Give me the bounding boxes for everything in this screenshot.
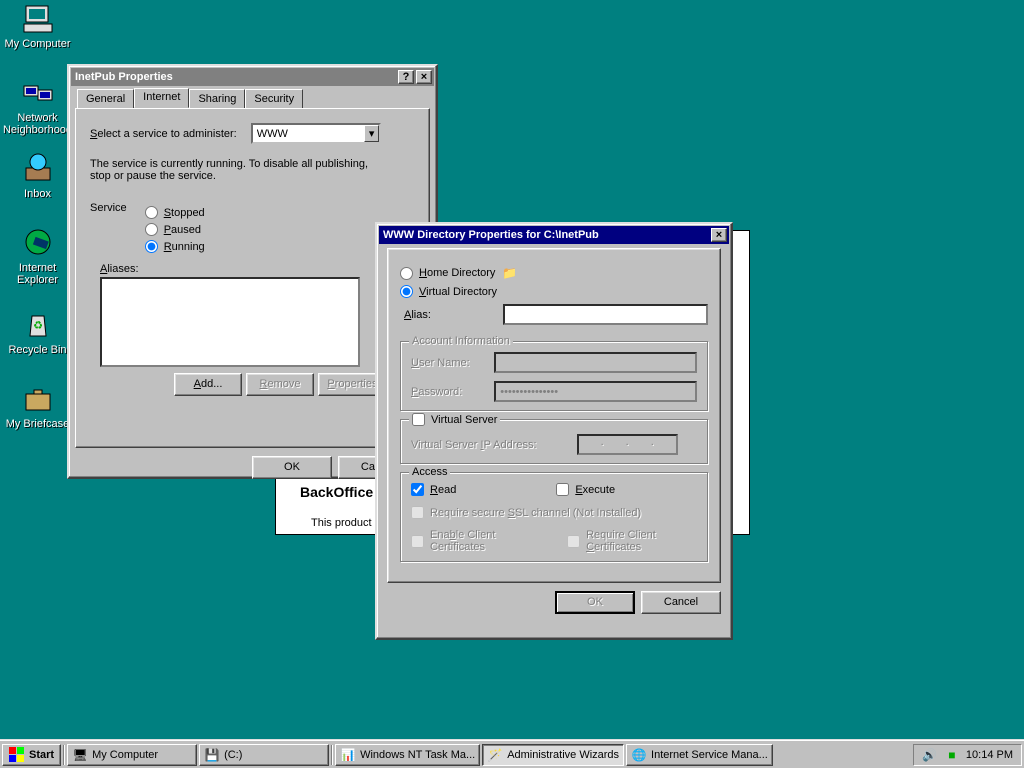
icon-inbox[interactable]: Inbox	[0, 152, 75, 200]
virtual-server-checkbox[interactable]: Virtual Server	[412, 413, 497, 426]
vsip-label: Virtual Server IP Address:	[411, 439, 537, 451]
globe-icon: 🌐	[631, 747, 647, 763]
icon-briefcase[interactable]: My Briefcase	[0, 382, 75, 430]
clock[interactable]: 10:14 PM	[966, 749, 1013, 761]
alias-input[interactable]	[503, 304, 708, 325]
task-iis-manager[interactable]: 🌐Internet Service Mana...	[626, 744, 773, 766]
window-title: WWW Directory Properties for C:\InetPub	[381, 229, 709, 241]
read-checkbox[interactable]: Read	[411, 483, 456, 496]
task-my-computer[interactable]: 🖥My Computer	[67, 744, 197, 766]
chevron-down-icon[interactable]: ▾	[364, 125, 378, 142]
close-button[interactable]: ×	[711, 228, 727, 242]
service-desc: The service is currently running. To dis…	[90, 158, 390, 182]
close-button[interactable]: ×	[416, 70, 432, 84]
icon-network[interactable]: Network Neighborhood	[0, 76, 75, 136]
recycle-icon: ♻	[22, 308, 54, 340]
status-icon[interactable]: ■	[944, 747, 960, 763]
titlebar[interactable]: InetPub Properties ? ×	[71, 68, 434, 86]
label: Network Neighborhood	[3, 112, 72, 136]
drive-icon: 💾	[204, 747, 220, 763]
network-icon	[22, 76, 54, 108]
label: Inbox	[24, 188, 51, 200]
username-input	[494, 352, 697, 373]
label: My Briefcase	[6, 418, 70, 430]
add-button[interactable]: Add...	[174, 373, 242, 396]
task-nt-taskman[interactable]: 📊Windows NT Task Ma...	[335, 744, 480, 766]
inbox-icon	[22, 152, 54, 184]
computer-icon	[22, 2, 54, 34]
radio-stopped[interactable]: Stopped	[145, 206, 205, 219]
remove-button: Remove	[246, 373, 314, 396]
require-cert-checkbox: Require Client Certificates	[567, 529, 697, 553]
service-value[interactable]	[253, 128, 365, 140]
tab-sharing[interactable]: Sharing	[189, 89, 245, 109]
aliases-label: Aliases:	[100, 263, 415, 275]
label: Recycle Bin	[8, 344, 66, 356]
select-service-label: Select a service to administer:	[90, 128, 237, 140]
account-legend: Account Information	[409, 335, 513, 347]
service-label: Service	[90, 202, 127, 257]
ip-input: . . .	[577, 434, 678, 455]
enable-cert-checkbox: Enable Client Certificates	[411, 529, 537, 553]
icon-my-computer[interactable]: My Computer	[0, 2, 75, 50]
taskman-icon: 📊	[340, 747, 356, 763]
folder-icon: 📁	[501, 265, 517, 281]
titlebar[interactable]: WWW Directory Properties for C:\InetPub …	[379, 226, 729, 244]
service-dropdown[interactable]: ▾	[251, 123, 381, 144]
ok-button: OK	[555, 591, 635, 614]
ok-button[interactable]: OK	[252, 456, 332, 479]
icon-ie[interactable]: Internet Explorer	[0, 226, 75, 286]
label: Internet Explorer	[17, 262, 58, 286]
execute-checkbox[interactable]: Execute	[556, 483, 615, 496]
logo-box: BackOffice	[290, 478, 383, 506]
icon-recycle[interactable]: ♻ Recycle Bin	[0, 308, 75, 356]
system-tray: 🔊 ■ 10:14 PM	[913, 744, 1022, 766]
radio-virtual-dir[interactable]: Virtual Directory	[400, 285, 708, 298]
password-label: Password:	[411, 386, 484, 398]
svg-text:♻: ♻	[33, 320, 43, 332]
virtual-server-legend: Virtual Server	[409, 413, 500, 426]
windows-logo-icon	[9, 747, 25, 763]
tab-strip: General Internet Sharing Security	[77, 88, 430, 108]
alias-label: Alias:	[404, 309, 431, 321]
start-button[interactable]: Start	[2, 744, 61, 766]
task-admin-wizards[interactable]: 🪄Administrative Wizards	[482, 744, 624, 766]
briefcase-icon	[22, 382, 54, 414]
access-legend: Access	[409, 466, 450, 478]
logo-text: BackOffice	[300, 484, 373, 500]
tab-internet[interactable]: Internet	[134, 88, 189, 108]
tab-general[interactable]: General	[77, 89, 134, 109]
window-title: InetPub Properties	[73, 71, 396, 83]
username-label: User Name:	[411, 357, 484, 369]
wizard-icon: 🪄	[487, 747, 503, 763]
cancel-button[interactable]: Cancel	[641, 591, 721, 614]
aliases-listbox[interactable]	[100, 277, 360, 367]
volume-icon[interactable]: 🔊	[922, 747, 938, 763]
www-dir-properties-dialog: WWW Directory Properties for C:\InetPub …	[375, 222, 733, 640]
password-input	[494, 381, 697, 402]
blurb: This product is	[311, 517, 383, 529]
computer-icon: 🖥	[72, 747, 88, 763]
tab-security[interactable]: Security	[245, 89, 303, 109]
help-button[interactable]: ?	[398, 70, 414, 84]
radio-paused[interactable]: Paused	[145, 223, 205, 236]
radio-home-dir[interactable]: Home Directory 📁	[400, 265, 708, 281]
taskbar: Start 🖥My Computer 💾(C:) 📊Windows NT Tas…	[0, 740, 1024, 768]
ssl-checkbox: Require secure SSL channel (Not Installe…	[411, 506, 697, 519]
label: My Computer	[4, 38, 70, 50]
radio-running[interactable]: Running	[145, 240, 205, 253]
task-c-drive[interactable]: 💾(C:)	[199, 744, 329, 766]
globe-icon	[22, 226, 54, 258]
